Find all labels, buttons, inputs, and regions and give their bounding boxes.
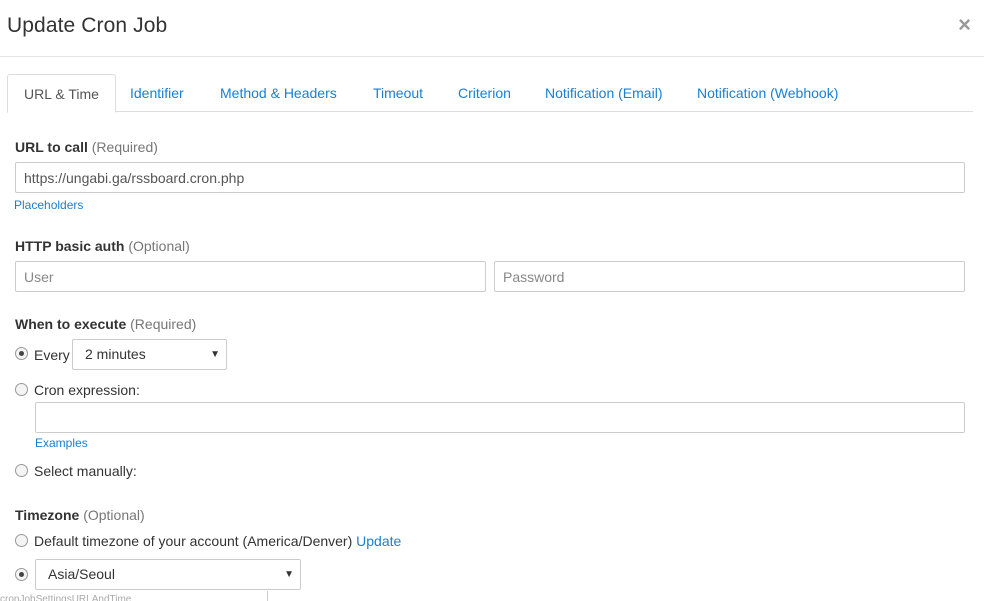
- select-manually-radio[interactable]: [15, 464, 28, 477]
- execute-label: When to execute (Required): [15, 316, 197, 332]
- truncated-footer-text: cronJobSettingsURLAndTime: [0, 591, 268, 601]
- tab-method-headers[interactable]: Method & Headers: [204, 74, 353, 112]
- every-radio[interactable]: [15, 347, 28, 360]
- cron-expression-label: Cron expression:: [34, 382, 140, 398]
- timezone-hint: (Optional): [83, 507, 145, 523]
- tab-identifier[interactable]: Identifier: [114, 74, 200, 112]
- password-input[interactable]: [494, 261, 965, 292]
- dialog-title: Update Cron Job: [7, 14, 168, 37]
- user-input[interactable]: [15, 261, 486, 292]
- tab-timeout[interactable]: Timeout: [357, 74, 439, 112]
- auth-hint: (Optional): [128, 238, 190, 254]
- cron-expression-input[interactable]: [35, 402, 965, 433]
- timezone-select[interactable]: Asia/Seoul ▼: [35, 559, 301, 590]
- tab-notification-email[interactable]: Notification (Email): [529, 74, 678, 112]
- custom-timezone-radio[interactable]: [15, 568, 28, 581]
- every-select-value: 2 minutes: [85, 346, 146, 362]
- timezone-label: Timezone (Optional): [15, 507, 145, 523]
- caret-down-icon: ▼: [284, 569, 294, 580]
- tab-bar: URL & Time Identifier Method & Headers T…: [7, 74, 973, 113]
- select-manually-label: Select manually:: [34, 463, 137, 479]
- dialog-header: Update Cron Job ×: [0, 0, 984, 57]
- tab-url-time[interactable]: URL & Time: [7, 74, 116, 113]
- close-icon[interactable]: ×: [958, 13, 971, 37]
- timezone-select-value: Asia/Seoul: [48, 566, 115, 582]
- cron-expression-radio[interactable]: [15, 383, 28, 396]
- url-hint: (Required): [91, 139, 158, 155]
- tab-criterion[interactable]: Criterion: [442, 74, 527, 112]
- update-timezone-link[interactable]: Update: [356, 533, 401, 549]
- url-label: URL to call (Required): [15, 139, 158, 155]
- caret-down-icon: ▼: [210, 349, 220, 360]
- auth-label: HTTP basic auth (Optional): [15, 238, 190, 254]
- execute-hint: (Required): [130, 316, 197, 332]
- every-label: Every: [34, 347, 70, 363]
- default-timezone-radio[interactable]: [15, 534, 28, 547]
- placeholders-link[interactable]: Placeholders: [14, 198, 83, 212]
- tab-notification-webhook[interactable]: Notification (Webhook): [681, 74, 854, 112]
- default-timezone-label: Default timezone of your account (Americ…: [34, 533, 402, 549]
- url-input[interactable]: [15, 162, 965, 193]
- examples-link[interactable]: Examples: [35, 436, 88, 450]
- every-select[interactable]: 2 minutes ▼: [72, 339, 227, 370]
